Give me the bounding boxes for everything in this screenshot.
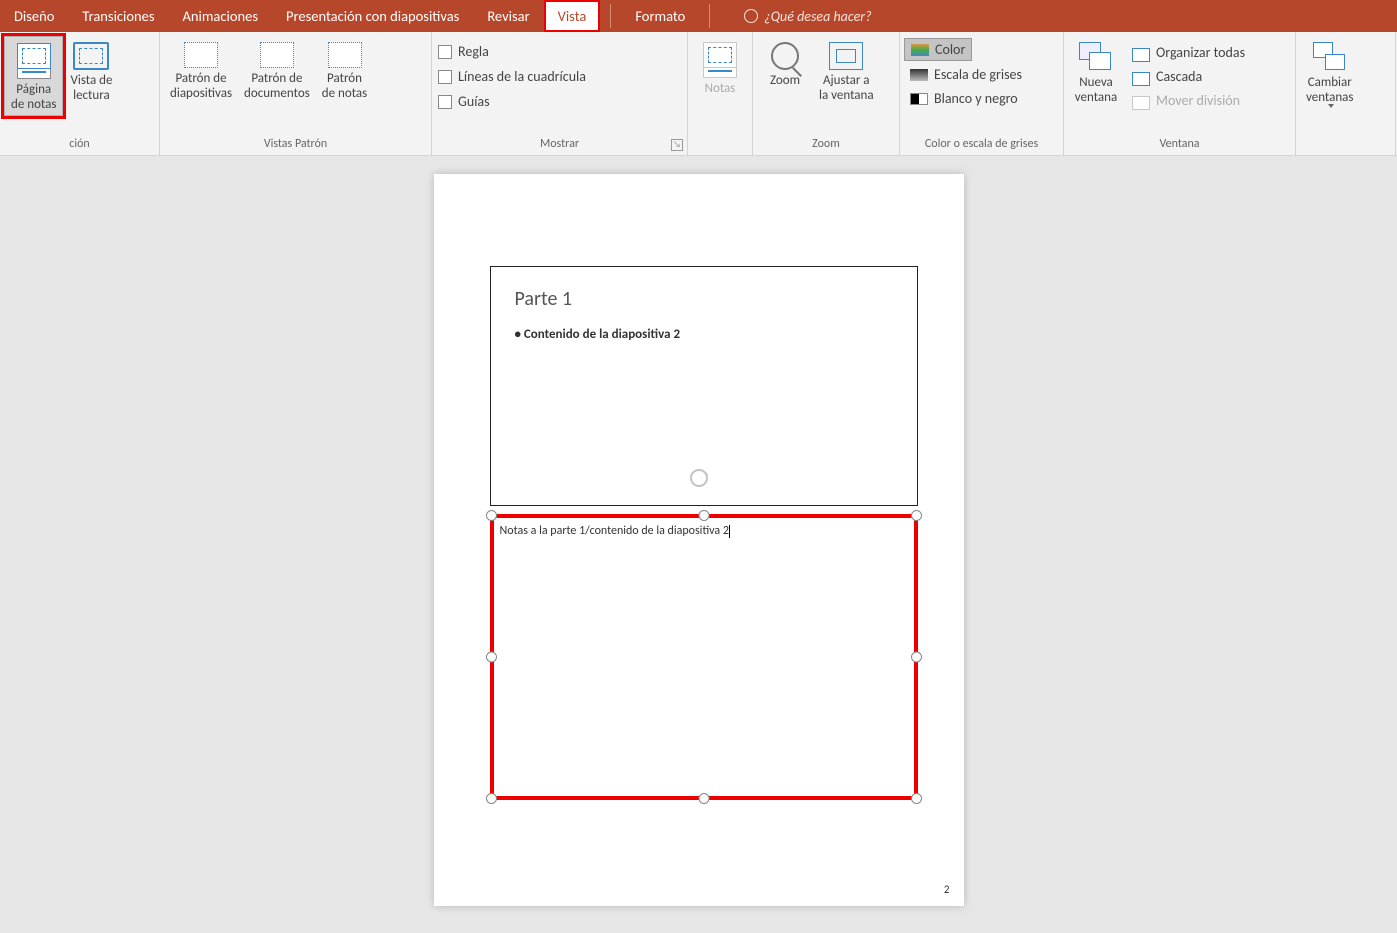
move-split-icon <box>1132 96 1150 110</box>
tab-diseno[interactable]: Diseño <box>0 0 68 32</box>
cambiar-ventanas-dropdown[interactable]: Cambiar ventanas <box>1300 36 1360 112</box>
resize-handle-ml[interactable] <box>486 652 497 663</box>
patron-documentos-button[interactable]: Patrón de documentos <box>238 36 316 104</box>
resize-handle-br[interactable] <box>911 793 922 804</box>
tab-transiciones[interactable]: Transiciones <box>68 0 168 32</box>
cascade-icon <box>1132 72 1150 86</box>
button-label: Patrón de documentos <box>244 72 310 102</box>
fit-window-icon <box>829 42 863 70</box>
color-mode-bw[interactable]: Blanco y negro <box>904 88 1024 109</box>
group-title: Color o escala de grises <box>900 137 1063 155</box>
notes-pane-icon-lower <box>703 68 737 78</box>
dialog-launcher-icon[interactable]: ↘ <box>671 139 683 151</box>
pagina-de-notas-button[interactable]: Página de notas <box>4 36 63 116</box>
switch-window-icon <box>1313 42 1347 72</box>
bw-chip-icon <box>910 93 928 105</box>
vista-lectura-button[interactable]: Vista de lectura <box>63 36 119 106</box>
patron-diapositivas-button[interactable]: Patrón de diapositivas <box>164 36 238 104</box>
group-title: Mostrar <box>432 137 687 155</box>
nueva-ventana-button[interactable]: Nueva ventana <box>1068 36 1124 108</box>
organizar-todas-button[interactable]: Organizar todas <box>1128 42 1249 63</box>
tab-formato[interactable]: Formato <box>621 0 699 32</box>
ajustar-ventana-button[interactable]: Ajustar a la ventana <box>813 36 880 106</box>
rotate-handle[interactable] <box>688 467 710 489</box>
new-window-icon <box>1079 42 1113 72</box>
text-cursor <box>729 525 730 538</box>
group-title: Vistas Patrón <box>160 137 431 155</box>
resize-handle-tl[interactable] <box>486 510 497 521</box>
checkbox-box-icon <box>438 70 452 84</box>
color-mode-grayscale[interactable]: Escala de grises <box>904 64 1028 85</box>
button-label: Patrón de notas <box>322 72 367 102</box>
cuadricula-checkbox[interactable]: Líneas de la cuadrícula <box>436 65 588 88</box>
color-label: Escala de grises <box>934 66 1022 83</box>
button-label: Vista de lectura <box>70 74 112 104</box>
resize-handle-mb[interactable] <box>698 793 709 804</box>
mover-division-button[interactable]: Mover división <box>1128 90 1249 111</box>
button-label: Nueva ventana <box>1075 76 1117 106</box>
document-canvas[interactable]: Parte 1 • Contenido de la diapositiva 2 … <box>0 156 1397 933</box>
small-button-label: Cascada <box>1156 68 1202 85</box>
notes-text[interactable]: Notas a la parte 1/contenido de la diapo… <box>500 524 730 538</box>
resize-handle-bl[interactable] <box>486 793 497 804</box>
slide-title: Parte 1 <box>515 287 893 311</box>
slide-master-icon <box>184 42 218 68</box>
group-title: Zoom <box>753 137 899 155</box>
arrange-all-icon <box>1132 48 1150 62</box>
checkbox-label: Regla <box>458 43 489 60</box>
button-label: Ajustar a la ventana <box>819 74 874 104</box>
color-chip-icon <box>911 44 929 56</box>
tell-me-placeholder: ¿Qué desea hacer? <box>764 8 871 25</box>
button-label: Notas <box>705 82 736 97</box>
group-title: ción <box>0 137 159 155</box>
color-mode-color[interactable]: Color <box>904 38 972 61</box>
ribbon: Página de notas Vista de lectura ción Pa… <box>0 32 1397 156</box>
notes-page-icon-lower <box>17 69 51 79</box>
cascada-button[interactable]: Cascada <box>1128 66 1249 87</box>
slide-bullet-text: Contenido de la diapositiva 2 <box>524 327 680 342</box>
color-label: Blanco y negro <box>934 90 1018 107</box>
notas-pane-button[interactable]: Notas <box>692 36 748 99</box>
bulb-icon <box>744 9 758 23</box>
checkbox-label: Líneas de la cuadrícula <box>458 68 586 85</box>
patron-notas-button[interactable]: Patrón de notas <box>316 36 373 104</box>
tab-animaciones[interactable]: Animaciones <box>169 0 272 32</box>
zoom-button[interactable]: Zoom <box>757 36 813 91</box>
zoom-icon <box>771 42 799 70</box>
button-label: Página de notas <box>11 83 56 113</box>
resize-handle-mt[interactable] <box>698 510 709 521</box>
notes-pane-icon <box>703 42 737 68</box>
regla-checkbox[interactable]: Regla <box>436 40 491 63</box>
resize-handle-tr[interactable] <box>911 510 922 521</box>
resize-handle-mr[interactable] <box>911 652 922 663</box>
tab-presentacion[interactable]: Presentación con diapositivas <box>272 0 473 32</box>
reading-view-icon <box>73 42 109 70</box>
checkbox-label: Guías <box>458 93 490 110</box>
color-label: Color <box>935 41 965 58</box>
handout-master-icon <box>260 42 294 68</box>
button-label: Patrón de diapositivas <box>170 72 232 102</box>
page-number: 2 <box>944 883 950 896</box>
guias-checkbox[interactable]: Guías <box>436 90 492 113</box>
small-button-label: Mover división <box>1156 92 1240 109</box>
slide-bullet: • Contenido de la diapositiva 2 <box>515 327 893 342</box>
gray-chip-icon <box>910 69 928 81</box>
ribbon-tabbar: Diseño Transiciones Animaciones Presenta… <box>0 0 1397 32</box>
button-label: Cambiar ventanas <box>1306 76 1354 106</box>
notes-page-icon <box>17 43 51 69</box>
checkbox-box-icon <box>438 45 452 59</box>
notes-text-frame[interactable]: Notas a la parte 1/contenido de la diapo… <box>490 514 918 800</box>
checkbox-box-icon <box>438 95 452 109</box>
tab-revisar[interactable]: Revisar <box>473 0 543 32</box>
button-label: Zoom <box>770 74 800 89</box>
notes-page[interactable]: Parte 1 • Contenido de la diapositiva 2 … <box>434 174 964 906</box>
tab-vista[interactable]: Vista <box>544 0 601 32</box>
tell-me-search[interactable]: ¿Qué desea hacer? <box>720 0 871 32</box>
notes-text-content: Notas a la parte 1/contenido de la diapo… <box>500 524 729 538</box>
group-title: Ventana <box>1064 137 1295 155</box>
small-button-label: Organizar todas <box>1156 44 1245 61</box>
notes-master-icon <box>328 42 362 68</box>
